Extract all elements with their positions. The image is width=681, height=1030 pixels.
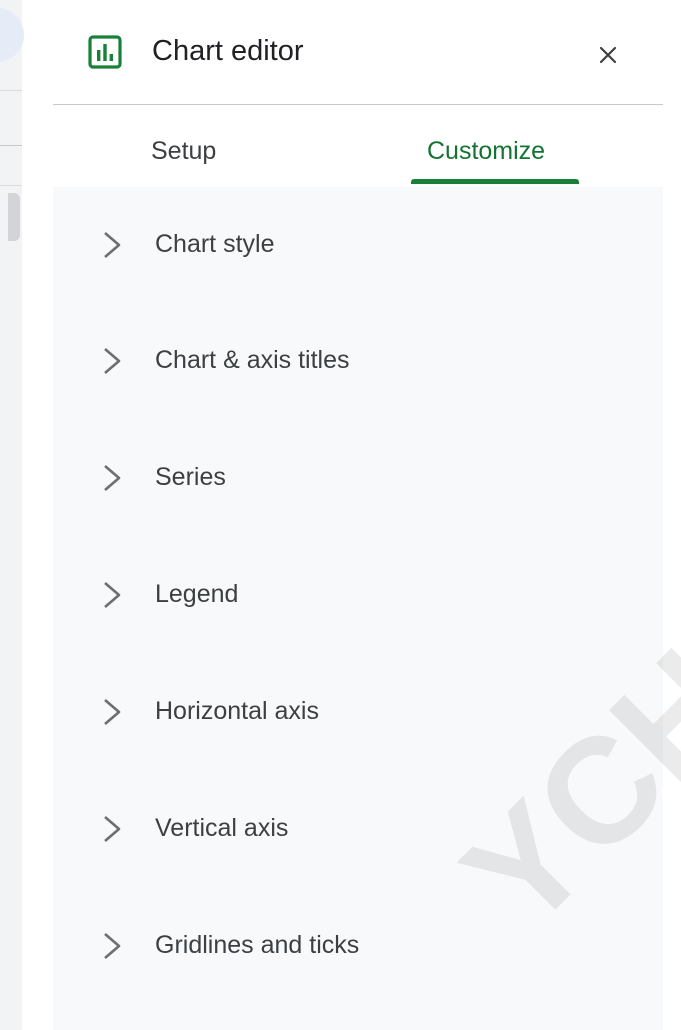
section-label: Gridlines and ticks: [155, 931, 360, 959]
section-vertical-axis[interactable]: Vertical axis: [53, 788, 663, 868]
divider: [0, 90, 22, 91]
panel-header: Chart editor: [53, 0, 663, 105]
section-label: Chart & axis titles: [155, 346, 350, 374]
close-icon: [599, 46, 617, 64]
active-tab-indicator: [411, 179, 579, 184]
background-sheet-edge: [0, 0, 22, 1030]
chevron-right-icon: [104, 465, 121, 491]
section-legend[interactable]: Legend: [53, 554, 663, 634]
divider: [0, 185, 22, 186]
section-label: Vertical axis: [155, 814, 289, 842]
scrollbar-thumb[interactable]: [8, 193, 20, 241]
section-label: Series: [155, 463, 226, 491]
section-gridlines-ticks[interactable]: Gridlines and ticks: [53, 905, 663, 985]
section-label: Legend: [155, 580, 239, 608]
chevron-right-icon: [104, 933, 121, 959]
chart-editor-panel: Chart editor Setup Customize Chart style…: [53, 0, 663, 1030]
tab-bar: Setup Customize: [53, 105, 663, 187]
section-series[interactable]: Series: [53, 437, 663, 517]
chevron-right-icon: [104, 232, 121, 258]
chevron-right-icon: [104, 582, 121, 608]
tab-setup[interactable]: Setup: [151, 135, 216, 167]
section-label: Horizontal axis: [155, 697, 319, 725]
section-chart-style[interactable]: Chart style: [53, 204, 663, 284]
divider: [0, 145, 22, 146]
section-horizontal-axis[interactable]: Horizontal axis: [53, 671, 663, 751]
chevron-right-icon: [104, 816, 121, 842]
chevron-right-icon: [104, 348, 121, 374]
panel-title: Chart editor: [152, 35, 304, 67]
close-button[interactable]: [589, 36, 627, 74]
tab-customize[interactable]: Customize: [427, 135, 545, 167]
section-chart-axis-titles[interactable]: Chart & axis titles: [53, 320, 663, 400]
chevron-right-icon: [104, 699, 121, 725]
bar-chart-icon: [88, 35, 122, 69]
section-label: Chart style: [155, 230, 275, 258]
